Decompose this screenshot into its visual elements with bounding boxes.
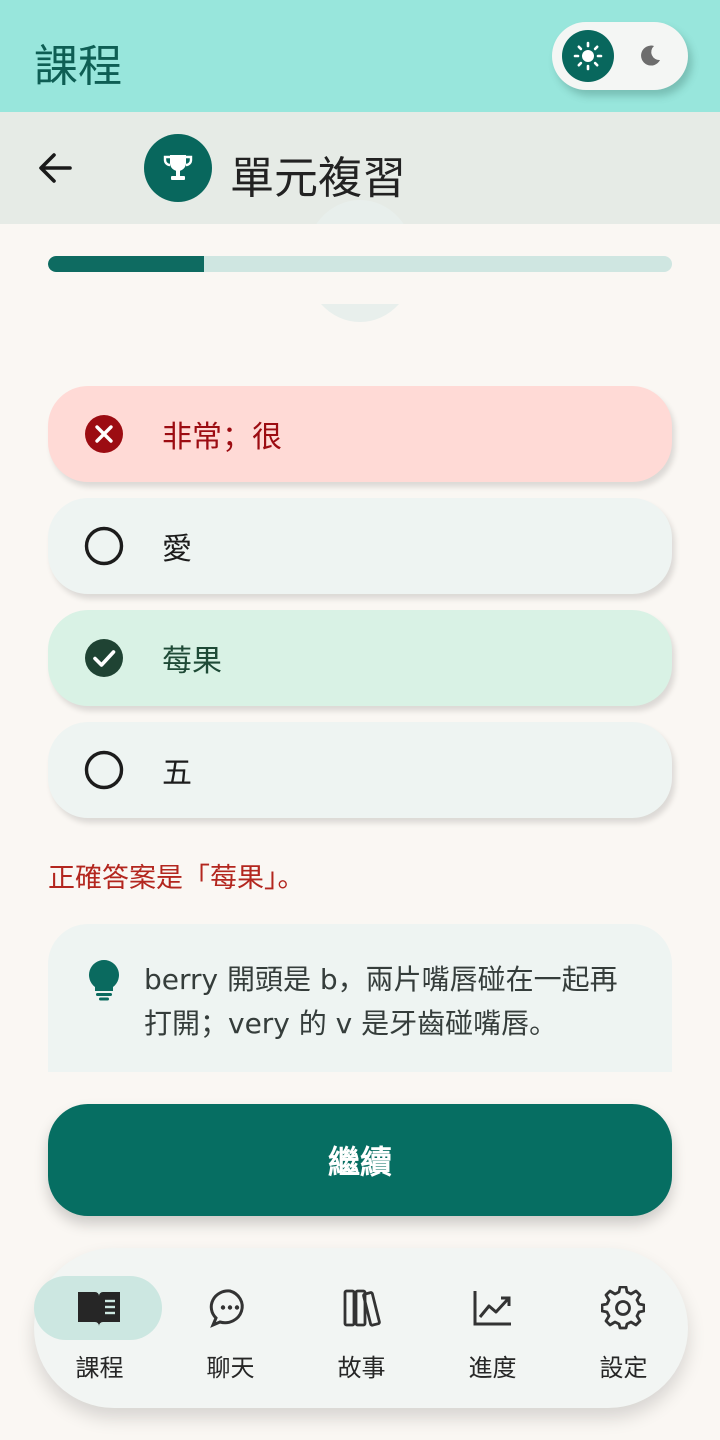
progress-fill bbox=[48, 256, 204, 272]
trophy-badge bbox=[144, 134, 212, 202]
moon-icon[interactable] bbox=[636, 42, 664, 70]
app-bar: 課程 bbox=[0, 0, 720, 112]
app-title: 課程 bbox=[34, 41, 122, 92]
page-title: 單元複習 bbox=[230, 153, 406, 204]
gear-icon bbox=[599, 1286, 647, 1330]
nav-label: 進度 bbox=[468, 1354, 517, 1382]
nav-label: 故事 bbox=[337, 1354, 386, 1382]
answer-option[interactable]: 五 bbox=[48, 722, 672, 818]
nav-item-course[interactable]: 課程 bbox=[34, 1248, 165, 1408]
radio-empty-icon bbox=[84, 526, 124, 566]
nav-item-chat[interactable]: 聊天 bbox=[165, 1248, 296, 1408]
radio-empty-icon bbox=[84, 750, 124, 790]
option-label: 非常；很 bbox=[162, 420, 282, 455]
x-circle-icon bbox=[84, 414, 124, 454]
hint-card: berry 開頭是 b，兩片嘴唇碰在一起再打開；very 的 v 是牙齒碰嘴唇。 bbox=[48, 924, 672, 1072]
bottom-navigation: 課程 聊天 故事 進度 設定 bbox=[34, 1248, 688, 1408]
nav-label: 設定 bbox=[599, 1354, 648, 1382]
continue-button[interactable]: 繼續 bbox=[48, 1104, 672, 1216]
nav-label: 課程 bbox=[75, 1354, 124, 1382]
lightbulb-icon bbox=[86, 958, 122, 1002]
nav-item-stories[interactable]: 故事 bbox=[296, 1248, 427, 1408]
option-label: 愛 bbox=[162, 532, 192, 567]
feedback-message: 正確答案是「莓果」。 bbox=[48, 863, 305, 894]
books-icon bbox=[337, 1288, 385, 1328]
sun-icon[interactable] bbox=[562, 30, 614, 82]
check-circle-icon bbox=[84, 638, 124, 678]
option-label: 五 bbox=[162, 756, 192, 791]
book-icon bbox=[75, 1288, 123, 1328]
chat-icon bbox=[206, 1288, 254, 1328]
back-button[interactable] bbox=[34, 146, 78, 190]
answer-option[interactable]: 愛 bbox=[48, 498, 672, 594]
trophy-icon bbox=[163, 155, 193, 180]
theme-toggle[interactable] bbox=[552, 22, 688, 90]
answer-option-wrong[interactable]: 非常；很 bbox=[48, 386, 672, 482]
answer-option-correct[interactable]: 莓果 bbox=[48, 610, 672, 706]
hint-text: berry 開頭是 b，兩片嘴唇碰在一起再打開；very 的 v 是牙齒碰嘴唇。 bbox=[144, 963, 618, 1040]
nav-item-settings[interactable]: 設定 bbox=[558, 1248, 689, 1408]
option-label: 莓果 bbox=[162, 644, 222, 679]
nav-label: 聊天 bbox=[206, 1354, 255, 1382]
chart-icon bbox=[468, 1288, 516, 1328]
lesson-progress-bar bbox=[48, 256, 672, 272]
nav-item-progress[interactable]: 進度 bbox=[427, 1248, 558, 1408]
arrow-left-icon bbox=[39, 153, 72, 183]
